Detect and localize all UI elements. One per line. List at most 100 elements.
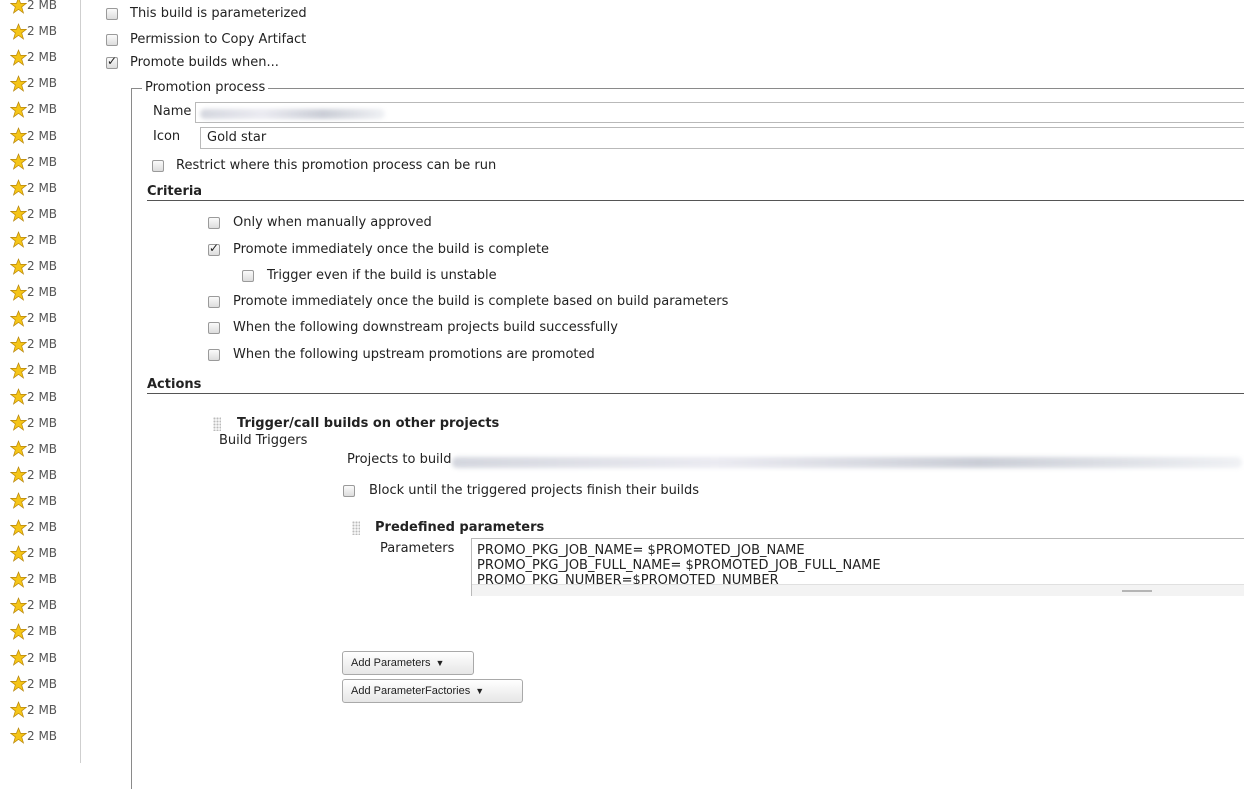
build-size-row[interactable]: 2 MB: [10, 387, 57, 407]
copy-artifact-label: Permission to Copy Artifact: [130, 32, 307, 47]
gold-star-icon: [10, 622, 27, 640]
gold-star-icon: [10, 649, 27, 666]
build-size-row[interactable]: 2 MB: [10, 517, 57, 537]
build-size-row[interactable]: 2 MB: [10, 47, 57, 67]
gold-star-icon: [10, 48, 27, 66]
restrict-checkbox[interactable]: [152, 160, 164, 172]
criterion-unstable-checkbox[interactable]: [242, 270, 254, 282]
criterion-unstable-label: Trigger even if the build is unstable: [267, 268, 497, 283]
build-size-label: 2 MB: [27, 467, 58, 482]
add-parameters-button[interactable]: Add Parameters ▼: [342, 651, 474, 675]
add-parameter-factories-button[interactable]: Add ParameterFactories ▼: [342, 679, 523, 703]
drag-handle-icon[interactable]: [213, 417, 221, 431]
promote-builds-checkbox[interactable]: [106, 54, 118, 69]
criterion-upstream-checkbox[interactable]: [208, 349, 220, 361]
projects-to-build-input[interactable]: [452, 457, 1242, 468]
build-size-label: 2 MB: [27, 728, 58, 743]
gold-star-icon: [10, 153, 27, 170]
build-size-row[interactable]: 2 MB: [10, 595, 57, 615]
build-size-row[interactable]: 2 MB: [10, 204, 57, 224]
build-size-label: 2 MB: [27, 546, 58, 561]
criterion-immediate-label: Promote immediately once the build is co…: [233, 242, 550, 257]
build-size-row[interactable]: 2 MB: [10, 256, 57, 276]
criterion-immediate-checkbox[interactable]: [208, 241, 220, 256]
build-size-row[interactable]: 2 MB: [10, 413, 57, 433]
build-size-label: 2 MB: [27, 285, 58, 300]
gold-star-icon: [10, 492, 27, 510]
parameterized-checkbox[interactable]: [106, 8, 118, 20]
build-size-label: 2 MB: [27, 50, 58, 65]
resize-grip-icon: [1122, 590, 1152, 592]
gold-star-icon: [10, 257, 27, 275]
icon-select-value: Gold star: [207, 130, 267, 145]
parameters-label: Parameters: [380, 541, 455, 556]
add-parameter-factories-label: Add ParameterFactories: [351, 685, 471, 697]
gold-star-icon: [10, 414, 27, 431]
build-size-row[interactable]: 2 MB: [10, 439, 57, 459]
build-size-row[interactable]: 2 MB: [10, 648, 57, 668]
build-size-row[interactable]: 2 MB: [10, 360, 57, 380]
drag-handle-icon[interactable]: [352, 521, 360, 535]
build-size-row[interactable]: 2 MB: [10, 491, 57, 511]
build-size-row[interactable]: 2 MB: [10, 230, 57, 250]
name-label: Name: [153, 104, 192, 119]
gold-star-icon: [10, 100, 27, 118]
gold-star-icon: [10, 361, 27, 379]
build-size-row[interactable]: 2 MB: [10, 543, 57, 563]
build-size-row[interactable]: 2 MB: [10, 308, 57, 328]
build-size-row[interactable]: 2 MB: [10, 152, 57, 172]
icon-select[interactable]: Gold star: [200, 127, 1244, 149]
build-size-label: 2 MB: [27, 389, 58, 404]
parameter-line: PROMO_PKG_JOB_NAME= $PROMOTED_JOB_NAME: [477, 543, 805, 558]
gold-star-icon: [10, 205, 27, 223]
build-size-row[interactable]: 2 MB: [10, 99, 57, 119]
build-size-row[interactable]: 2 MB: [10, 0, 57, 15]
build-size-row[interactable]: 2 MB: [10, 700, 57, 720]
block-until-finish-checkbox[interactable]: [343, 485, 355, 497]
build-size-row[interactable]: 2 MB: [10, 674, 57, 694]
criterion-manual-checkbox[interactable]: [208, 217, 220, 229]
promotion-process-legend: Promotion process: [142, 80, 269, 95]
gold-star-icon: [10, 570, 27, 588]
redacted-name: [200, 109, 385, 119]
build-size-row[interactable]: 2 MB: [10, 334, 57, 354]
build-size-label: 2 MB: [27, 415, 58, 430]
build-size-row[interactable]: 2 MB: [10, 726, 57, 746]
build-size-row[interactable]: 2 MB: [10, 126, 57, 146]
build-size-row[interactable]: 2 MB: [10, 282, 57, 302]
build-size-row[interactable]: 2 MB: [10, 73, 57, 93]
criterion-downstream-checkbox[interactable]: [208, 322, 220, 334]
criterion-downstream-label: When the following downstream projects b…: [233, 320, 618, 335]
build-size-row[interactable]: 2 MB: [10, 21, 57, 41]
build-size-row[interactable]: 2 MB: [10, 178, 57, 198]
gold-star-icon: [10, 544, 27, 562]
build-size-label: 2 MB: [27, 180, 58, 195]
build-size-label: 2 MB: [27, 128, 58, 143]
build-size-label: 2 MB: [27, 337, 58, 352]
criterion-parameters-checkbox[interactable]: [208, 296, 220, 308]
build-size-label: 2 MB: [27, 520, 58, 534]
gold-star-icon: [10, 0, 27, 14]
build-size-label: 2 MB: [27, 259, 58, 273]
gold-star-icon: [10, 701, 27, 719]
build-size-row[interactable]: 2 MB: [10, 569, 57, 589]
gold-star-icon: [10, 440, 27, 458]
trigger-builds-title: Trigger/call builds on other projects: [237, 416, 500, 431]
parameter-line: PROMO_PKG_JOB_FULL_NAME= $PROMOTED_JOB_F…: [477, 558, 881, 573]
build-size-label: 2 MB: [27, 311, 58, 326]
build-size-label: 2 MB: [27, 102, 58, 117]
copy-artifact-checkbox[interactable]: [106, 34, 118, 46]
build-size-label: 2 MB: [27, 24, 58, 39]
textarea-resize-handle[interactable]: [472, 584, 1244, 596]
build-size-label: 2 MB: [27, 0, 58, 12]
gold-star-icon: [10, 127, 27, 144]
build-size-label: 2 MB: [27, 702, 58, 717]
projects-to-build-label: Projects to build: [347, 452, 452, 467]
build-size-row[interactable]: 2 MB: [10, 465, 57, 485]
build-triggers-label: Build Triggers: [219, 433, 308, 448]
build-size-row[interactable]: 2 MB: [10, 621, 57, 641]
gold-star-icon: [10, 388, 27, 405]
gold-star-icon: [10, 596, 27, 614]
criterion-manual-label: Only when manually approved: [233, 215, 432, 230]
build-size-label: 2 MB: [27, 232, 58, 247]
